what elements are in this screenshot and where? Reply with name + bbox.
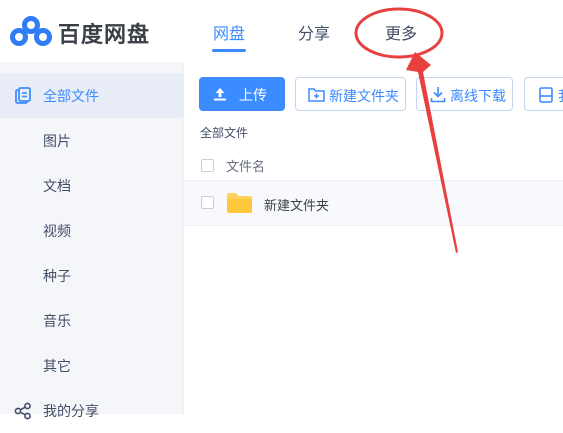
offline-download-label: 离线下载 — [450, 89, 506, 105]
file-area: 上传 新建文件夹 离线下载 我 全部文件 文件名 新建文件夹 — [184, 62, 563, 414]
tab-more[interactable]: 更多 — [385, 20, 417, 44]
upload-button[interactable]: 上传 — [199, 77, 285, 111]
new-folder-label: 新建文件夹 — [329, 89, 399, 105]
select-all-checkbox[interactable] — [201, 159, 214, 172]
table-row[interactable]: 新建文件夹 — [184, 181, 563, 226]
sidebar-item-other[interactable]: 其它 — [0, 343, 183, 388]
sidebar: 全部文件 图片 文档 视频 种子 音乐 其它 我的分享 — [0, 62, 184, 420]
baidu-netdisk-logo-icon[interactable] — [10, 14, 52, 48]
download-icon — [430, 87, 446, 103]
top-bar: 百度网盘 网盘 分享 更多 — [0, 0, 563, 62]
sidebar-item-label: 种子 — [43, 269, 71, 285]
sidebar-item-label: 我的分享 — [43, 404, 99, 420]
sidebar-item-all-files[interactable]: 全部文件 — [0, 73, 183, 118]
tab-netdisk[interactable]: 网盘 — [213, 20, 245, 44]
files-icon — [15, 87, 31, 104]
upload-icon — [214, 88, 226, 101]
sidebar-item-label: 其它 — [43, 359, 71, 375]
sidebar-item-label: 图片 — [43, 134, 71, 150]
folder-icon — [227, 193, 252, 213]
tab-share[interactable]: 分享 — [298, 20, 330, 44]
new-folder-button[interactable]: 新建文件夹 — [295, 77, 406, 111]
upload-label: 上传 — [239, 88, 267, 104]
sidebar-item-images[interactable]: 图片 — [0, 118, 183, 163]
sidebar-item-music[interactable]: 音乐 — [0, 298, 183, 343]
sidebar-item-torrents[interactable]: 种子 — [0, 253, 183, 298]
sidebar-item-label: 全部文件 — [43, 89, 99, 105]
brand-name[interactable]: 百度网盘 — [58, 17, 150, 49]
share-icon — [14, 402, 31, 420]
sidebar-item-videos[interactable]: 视频 — [0, 208, 183, 253]
column-header-filename[interactable]: 文件名 — [226, 156, 265, 175]
file-name[interactable]: 新建文件夹 — [264, 195, 329, 214]
sidebar-item-label: 音乐 — [43, 314, 71, 330]
active-tab-underline — [212, 49, 246, 52]
offline-download-button[interactable]: 离线下载 — [416, 77, 513, 111]
new-folder-icon — [308, 88, 325, 102]
breadcrumb[interactable]: 全部文件 — [200, 124, 248, 141]
more-toolbar-label: 我 — [558, 86, 563, 106]
more-toolbar-button[interactable]: 我 — [524, 77, 563, 111]
sidebar-item-documents[interactable]: 文档 — [0, 163, 183, 208]
device-icon — [539, 87, 553, 103]
sidebar-item-my-shares[interactable]: 我的分享 — [0, 388, 183, 433]
sidebar-item-label: 视频 — [43, 224, 71, 240]
row-checkbox[interactable] — [201, 196, 214, 209]
sidebar-item-label: 文档 — [43, 179, 71, 195]
